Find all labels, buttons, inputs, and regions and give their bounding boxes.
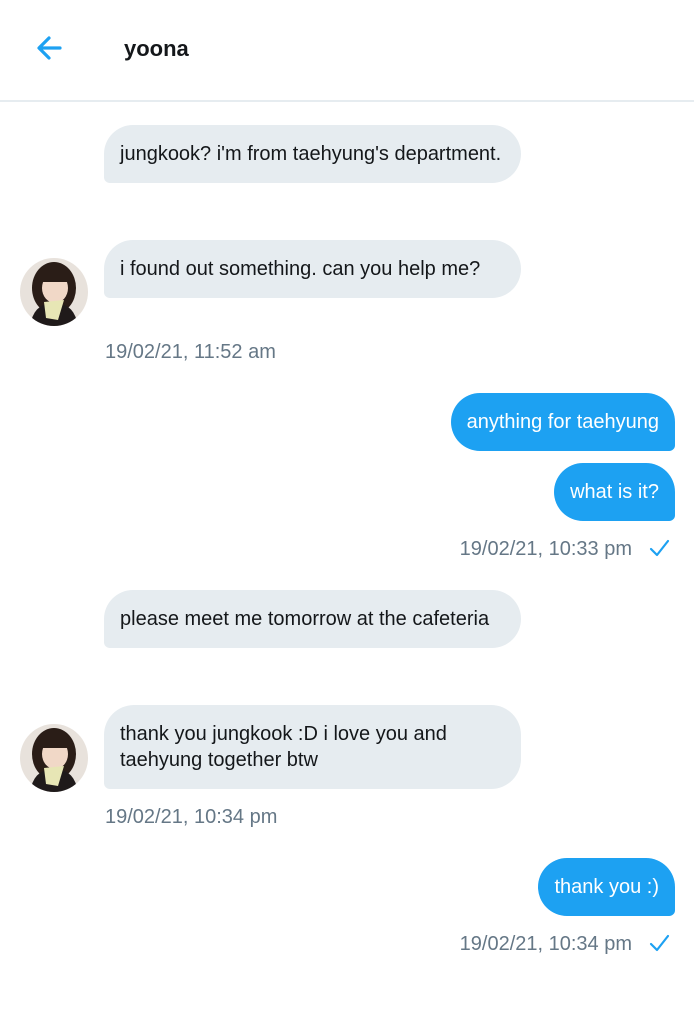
message-timestamp: 19/02/21, 11:52 am [105, 341, 276, 363]
incoming-message[interactable]: please meet me tomorrow at the cafeteria [104, 590, 521, 648]
message-timestamp: 19/02/21, 10:34 pm [105, 806, 278, 828]
avatar-image [20, 724, 88, 792]
outgoing-message[interactable]: anything for taehyung [450, 393, 675, 451]
incoming-message[interactable]: i found out something. can you help me? [104, 240, 521, 298]
outgoing-message[interactable]: what is it? [554, 463, 675, 521]
conversation-title[interactable]: yoona [124, 35, 189, 63]
avatar-image [20, 258, 88, 326]
message-timestamp: 19/02/21, 10:33 pm [459, 538, 632, 560]
avatar[interactable] [20, 258, 88, 326]
incoming-message[interactable]: thank you jungkook :D i love you and tae… [104, 705, 521, 789]
checkmark-icon [649, 539, 670, 557]
message-timestamp: 19/02/21, 10:34 pm [459, 933, 632, 955]
conversation-header: yoona [0, 0, 694, 102]
arrow-left-icon [37, 36, 62, 60]
back-button[interactable] [30, 28, 74, 68]
outgoing-message[interactable]: thank you :) [538, 858, 675, 916]
avatar[interactable] [20, 724, 88, 792]
checkmark-icon [649, 934, 670, 952]
incoming-message[interactable]: jungkook? i'm from taehyung's department… [104, 125, 521, 183]
